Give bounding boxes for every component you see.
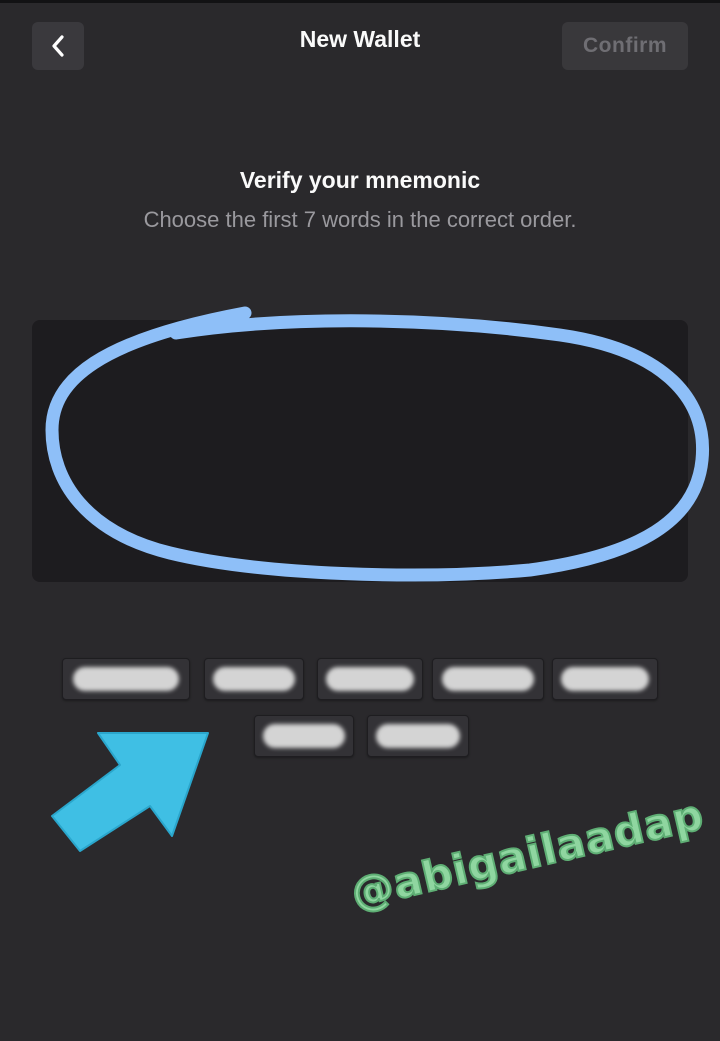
word-chip-1[interactable] [62, 658, 190, 700]
page-title: New Wallet [299, 26, 421, 52]
word-chip-2[interactable] [204, 658, 304, 700]
chevron-left-icon [52, 35, 64, 57]
word-chip-7[interactable] [367, 715, 469, 757]
confirm-button[interactable]: Confirm [562, 22, 688, 70]
watermark-text: @abigailaadap [345, 789, 709, 920]
verify-instructions: Choose the first 7 words in the correct … [143, 207, 577, 232]
word-chip-5[interactable] [552, 658, 658, 700]
word-chip-6[interactable] [254, 715, 354, 757]
verify-heading: Verify your mnemonic [239, 167, 481, 193]
word-chip-4[interactable] [432, 658, 544, 700]
arrow-icon [51, 732, 209, 852]
selected-words-area[interactable] [32, 320, 688, 582]
back-button[interactable] [32, 22, 84, 70]
word-chip-3[interactable] [317, 658, 423, 700]
top-edge-bar [0, 0, 720, 3]
